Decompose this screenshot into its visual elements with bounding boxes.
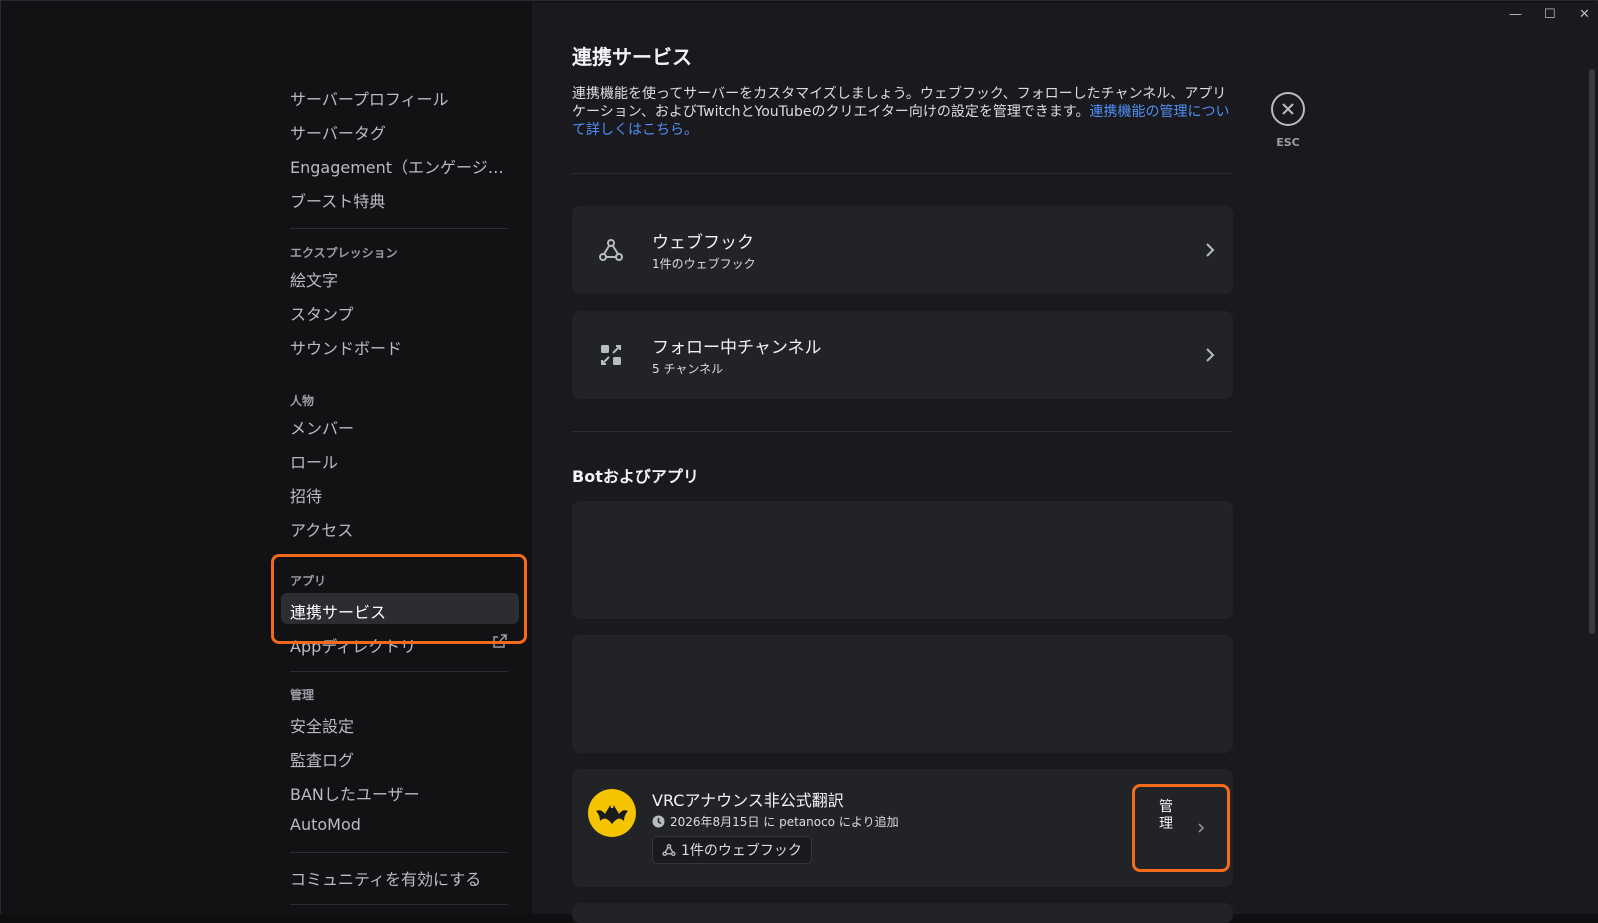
bot-avatar [588,789,636,837]
sidebar-divider [290,904,508,905]
close-window-button[interactable]: ✕ [1579,7,1590,22]
bots-section-title: Botおよびアプリ [572,467,699,486]
sidebar-item-enable-community[interactable]: コミュニティを有効にする [290,866,520,890]
close-icon [1282,103,1294,115]
clock-icon [652,815,665,828]
chevron-right-icon [1206,243,1215,257]
annotation-highlight-manage [1132,784,1230,872]
sidebar-item-stickers[interactable]: スタンプ [290,301,520,325]
page-title: 連携サービス [572,45,692,69]
sidebar-item-audit-log[interactable]: 監査ログ [290,747,520,771]
bot-added-info: 2026年8月15日 に petanoco により追加 [652,813,899,830]
sidebar-item-emoji[interactable]: 絵文字 [290,267,520,291]
webhook-icon [662,843,676,857]
sidebar-item-members[interactable]: メンバー [290,415,520,439]
content-divider [572,173,1233,174]
sidebar-item-automod[interactable]: AutoMod [290,815,520,834]
app-window: サーバープロフィール サーバータグ Engagement（エンゲージメ… ブース… [0,0,1598,923]
settings-sidebar: サーバープロフィール サーバータグ Engagement（エンゲージメ… ブース… [2,2,532,914]
followed-channels-count: 5 チャンネル [652,362,724,376]
sidebar-header-people: 人物 [290,394,315,408]
bot-name: VRCアナウンス非公式翻訳 [652,791,844,810]
followed-channels-title: フォロー中チャンネル [652,338,822,358]
annotation-highlight-apps [271,554,527,644]
maximize-button[interactable]: ☐ [1544,7,1556,22]
webhooks-title: ウェブフック [652,233,754,253]
app-card-placeholder [572,635,1233,753]
sidebar-item-server-profile[interactable]: サーバープロフィール [290,86,520,110]
sidebar-divider [290,671,508,672]
app-card-placeholder [572,501,1233,619]
sidebar-item-server-tag[interactable]: サーバータグ [290,120,520,144]
bot-webhook-tag-label: 1件のウェブフック [681,843,802,859]
bot-card[interactable]: VRCアナウンス非公式翻訳 2026年8月15日 に petanoco により追… [572,769,1233,887]
sidebar-item-engagement[interactable]: Engagement（エンゲージメ… [290,154,508,178]
page-description: 連携機能を使ってサーバーをカスタマイズしましょう。ウェブフック、フォローしたチャ… [572,85,1234,139]
sidebar-header-moderation: 管理 [290,688,315,702]
content-scrollbar[interactable] [1589,69,1595,634]
close-settings-button[interactable] [1271,92,1305,126]
sidebar-item-invites[interactable]: 招待 [290,483,520,507]
webhooks-count: 1件のウェブフック [652,257,756,271]
sidebar-item-bans[interactable]: BANしたユーザー [290,781,520,805]
bat-logo-icon [596,805,628,824]
sidebar-item-access[interactable]: アクセス [290,517,520,541]
bot-added-text: 2026年8月15日 に petanoco により追加 [670,815,899,829]
minimize-button[interactable]: — [1509,7,1522,22]
sidebar-divider [290,228,508,229]
followed-channels-card[interactable]: フォロー中チャンネル 5 チャンネル [572,311,1233,399]
webhook-icon [599,239,623,261]
webhooks-card[interactable]: ウェブフック 1件のウェブフック [572,206,1233,294]
bot-webhook-tag[interactable]: 1件のウェブフック [652,836,812,864]
sidebar-item-boost-perks[interactable]: ブースト特典 [290,188,520,212]
content-divider [572,431,1233,432]
sidebar-item-safety-setup[interactable]: 安全設定 [290,713,520,737]
app-card-partial [572,903,1233,923]
sidebar-header-expressions: エクスプレッション [290,246,398,260]
sidebar-item-soundboard[interactable]: サウンドボード [290,335,520,359]
sidebar-item-roles[interactable]: ロール [290,449,520,473]
chevron-right-icon [1206,348,1215,362]
follow-channel-icon [601,345,621,365]
sidebar-divider [290,852,508,853]
esc-label: ESC [1276,136,1300,149]
